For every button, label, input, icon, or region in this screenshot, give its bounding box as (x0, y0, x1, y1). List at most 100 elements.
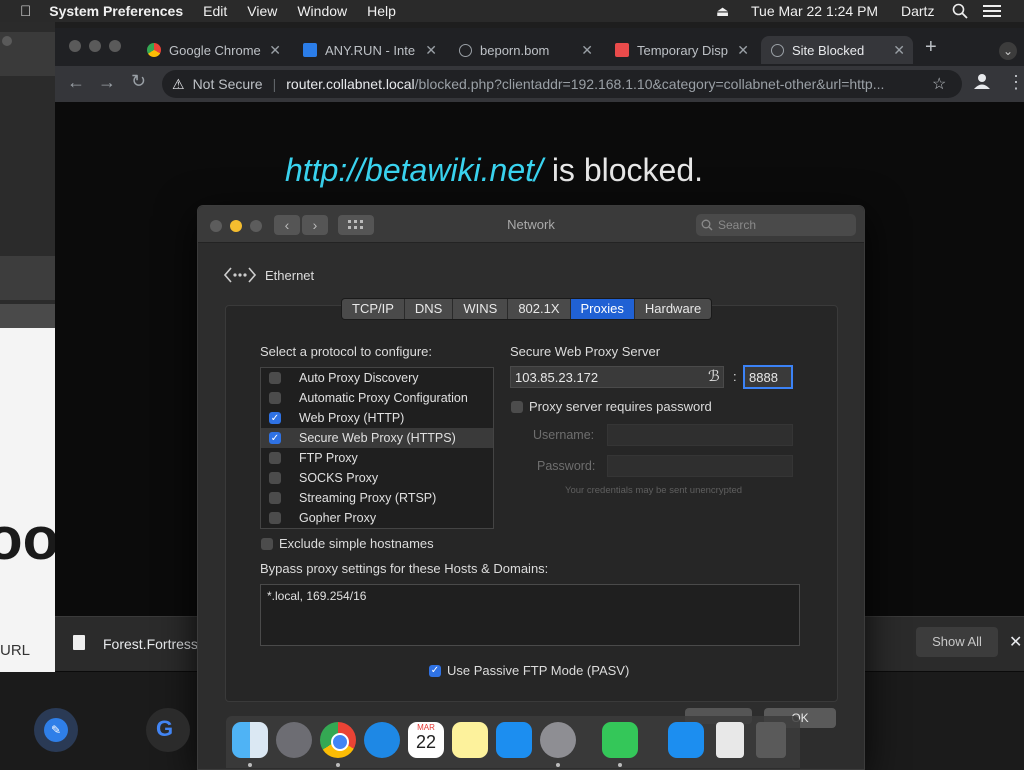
chrome-icon[interactable] (320, 722, 356, 758)
protocol-checkbox[interactable] (269, 392, 281, 404)
browser-close-button[interactable] (69, 40, 81, 52)
warning-icon[interactable]: ⚠ (172, 76, 185, 93)
zip-file-icon[interactable] (716, 722, 744, 758)
menu-view[interactable]: View (247, 3, 277, 19)
protocol-streaming-proxy-rtsp[interactable]: Streaming Proxy (RTSP) (261, 488, 493, 508)
protocol-socks-proxy[interactable]: SOCKS Proxy (261, 468, 493, 488)
protocol-web-proxy-http[interactable]: ✓ Web Proxy (HTTP) (261, 408, 493, 428)
globe-icon (771, 43, 784, 57)
app-store-download-icon[interactable] (668, 722, 704, 758)
trash-icon[interactable] (756, 722, 786, 758)
security-label[interactable]: Not Secure (193, 76, 263, 92)
forward-icon[interactable]: → (98, 72, 116, 93)
bookmark-star-icon[interactable]: ☆ (932, 74, 946, 94)
launchpad-icon[interactable] (276, 722, 312, 758)
dock: MAR 22 (226, 716, 800, 768)
tab-search-icon[interactable]: ⌄ (999, 42, 1017, 60)
address-bar[interactable]: ⚠ Not Secure | router.collabnet.local /b… (162, 70, 962, 98)
protocol-label: Streaming Proxy (RTSP) (299, 491, 437, 505)
tab-wins[interactable]: WINS (453, 299, 509, 319)
protocol-label: Secure Web Proxy (HTTPS) (299, 431, 456, 445)
close-icon[interactable]: ✕ (737, 42, 749, 59)
close-icon[interactable]: ✕ (893, 42, 905, 59)
requires-password-option[interactable]: Proxy server requires password (511, 399, 712, 414)
more-menu-icon[interactable]: ⋮ (1007, 72, 1024, 93)
checkmark-icon[interactable]: ✓ (429, 664, 441, 677)
finder-icon[interactable] (232, 722, 268, 758)
exclude-checkbox[interactable] (261, 537, 273, 550)
floating-app-icon[interactable]: ✎ (34, 708, 78, 752)
control-center-icon[interactable] (983, 0, 1001, 22)
bg-window-close[interactable] (2, 36, 12, 46)
calendar-month: MAR (417, 723, 435, 732)
browser-zoom-button[interactable] (109, 40, 121, 52)
passive-ftp-option[interactable]: ✓ Use Passive FTP Mode (PASV) (429, 663, 629, 678)
eject-icon[interactable]: ⏏ (716, 0, 729, 22)
tab-proxies[interactable]: Proxies (570, 299, 635, 319)
search-field[interactable]: Search (696, 214, 856, 236)
protocol-checkbox[interactable] (269, 472, 281, 484)
menu-help[interactable]: Help (367, 3, 396, 19)
tab-beporn[interactable]: beporn.bom ✕ (449, 36, 601, 64)
protocol-label: Automatic Proxy Configuration (299, 391, 468, 405)
blocked-headline: http://betawiki.net/ is blocked. (285, 152, 703, 189)
browser-minimize-button[interactable] (89, 40, 101, 52)
notes-icon[interactable] (452, 722, 488, 758)
bypass-hosts-field[interactable]: *.local, 169.254/16 (260, 584, 800, 646)
globe-icon (459, 43, 472, 57)
proxy-port-field[interactable]: 8888 (743, 365, 793, 389)
facetime-icon[interactable] (602, 722, 638, 758)
close-download-bar-icon[interactable]: ✕ (1009, 632, 1022, 652)
protocol-checkbox[interactable] (269, 492, 281, 504)
password-field[interactable] (607, 455, 793, 477)
menu-window[interactable]: Window (297, 3, 347, 19)
protocol-checkbox[interactable] (269, 512, 281, 524)
tab-anyrun[interactable]: ANY.RUN - Inte ✕ (293, 36, 445, 64)
exclude-simple-hostnames-option[interactable]: Exclude simple hostnames (261, 536, 434, 551)
mail-icon (615, 43, 629, 57)
protocol-auto-proxy-discovery[interactable]: Auto Proxy Discovery (261, 368, 493, 388)
checkmark-icon[interactable]: ✓ (269, 412, 281, 424)
chrome-center (331, 733, 349, 751)
safari-icon[interactable] (364, 722, 400, 758)
reload-icon[interactable]: ↻ (131, 71, 146, 92)
tab-site-blocked[interactable]: Site Blocked ✕ (761, 36, 913, 64)
protocol-automatic-proxy-configuration[interactable]: Automatic Proxy Configuration (261, 388, 493, 408)
tab-dns[interactable]: DNS (404, 299, 454, 319)
close-icon[interactable]: ✕ (269, 42, 281, 59)
system-preferences-icon[interactable] (540, 722, 576, 758)
show-all-button[interactable]: Show All (916, 627, 998, 657)
app-store-icon[interactable] (496, 722, 532, 758)
port-separator: : (733, 369, 737, 384)
protocol-ftp-proxy[interactable]: FTP Proxy (261, 448, 493, 468)
app-menu[interactable]: System Preferences (49, 3, 183, 19)
google-shortcut[interactable]: G (146, 708, 190, 752)
menu-bar:  System Preferences Edit View Window He… (0, 0, 1024, 22)
protocol-checkbox[interactable] (269, 372, 281, 384)
apple-icon[interactable]:  (20, 3, 31, 20)
proxy-server-field[interactable]: 103.85.23.172 (510, 366, 724, 388)
new-tab-icon[interactable]: + (925, 36, 937, 59)
back-icon[interactable]: ← (67, 72, 85, 93)
menu-user[interactable]: Dartz (901, 0, 934, 22)
tab-hardware[interactable]: Hardware (634, 299, 712, 319)
requires-password-checkbox[interactable] (511, 400, 523, 413)
protocol-gopher-proxy[interactable]: Gopher Proxy (261, 508, 493, 528)
protocol-checkbox[interactable] (269, 452, 281, 464)
close-icon[interactable]: ✕ (425, 42, 437, 59)
tab-8021x[interactable]: 802.1X (508, 299, 571, 319)
protocol-secure-web-proxy-https[interactable]: ✓ Secure Web Proxy (HTTPS) (261, 428, 493, 448)
close-icon[interactable]: ✕ (581, 42, 593, 59)
menu-edit[interactable]: Edit (203, 3, 227, 19)
calendar-icon[interactable]: MAR 22 (408, 722, 444, 758)
spotlight-icon[interactable] (952, 0, 968, 22)
menu-clock[interactable]: Tue Mar 22 1:24 PM (751, 0, 878, 22)
tab-tcpip[interactable]: TCP/IP (342, 299, 405, 319)
username-field[interactable] (607, 424, 793, 446)
profile-icon[interactable] (973, 72, 991, 90)
checkmark-icon[interactable]: ✓ (269, 432, 281, 444)
protocol-list[interactable]: Auto Proxy Discovery Automatic Proxy Con… (260, 367, 494, 529)
tab-google-chrome[interactable]: Google Chrome ✕ (137, 36, 289, 64)
download-filename[interactable]: Forest.Fortress (103, 636, 198, 652)
tab-temporary-disposable[interactable]: Temporary Disp ✕ (605, 36, 757, 64)
